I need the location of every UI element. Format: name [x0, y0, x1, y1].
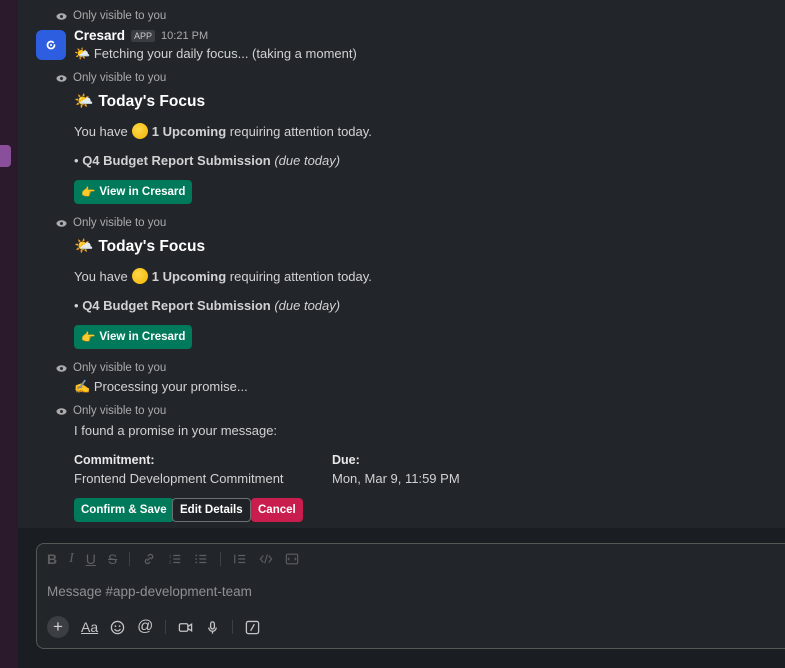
ordered-list-icon[interactable]: 12 — [168, 552, 182, 566]
focus-summary: You have 1 Upcoming requiring attention t… — [74, 123, 372, 139]
slash-command-icon[interactable] — [245, 620, 260, 635]
text-format-icon[interactable]: Aa — [81, 619, 98, 635]
view-in-cresard-button[interactable]: 👉 View in Cresard — [74, 325, 193, 349]
toolbar-divider — [165, 620, 167, 634]
eye-icon — [56, 406, 67, 417]
code-block-icon[interactable] — [285, 552, 299, 566]
sun-cloud-icon: 🌤️ — [74, 46, 91, 61]
fetching-message: 🌤️ Fetching your daily focus... (taking … — [74, 46, 357, 61]
video-icon[interactable] — [178, 620, 193, 635]
cresard-logo-icon — [46, 40, 56, 50]
emoji-icon[interactable] — [110, 620, 125, 635]
message-list: Only visible to you Cresard APP 10:21 PM… — [18, 0, 785, 528]
writing-hand-icon: ✍️ — [74, 379, 91, 394]
ephemeral-notice: Only visible to you — [56, 405, 166, 417]
left-rail — [0, 0, 18, 668]
top-divider — [18, 0, 785, 3]
ephemeral-notice: Only visible to you — [56, 362, 166, 374]
message-header: Cresard APP 10:21 PM — [74, 28, 208, 43]
focus-task-item: • Q4 Budget Report Submission (due today… — [74, 153, 341, 168]
plus-icon[interactable]: + — [47, 616, 69, 638]
toolbar-divider — [129, 552, 131, 566]
due-value: Mon, Mar 9, 11:59 PM — [332, 471, 460, 486]
focus-task-item: • Q4 Budget Report Submission (due today… — [74, 298, 341, 313]
microphone-icon[interactable] — [205, 620, 220, 635]
ephemeral-notice: Only visible to you — [56, 72, 166, 84]
focus-summary: You have 1 Upcoming requiring attention t… — [74, 268, 372, 284]
code-icon[interactable] — [259, 552, 273, 566]
ephemeral-notice: Only visible to you — [56, 217, 166, 229]
composer-actions: + Aa @ — [47, 616, 260, 638]
commitment-value: Frontend Development Commitment — [74, 471, 284, 486]
pointing-hand-icon: 👉 — [81, 187, 96, 199]
due-label: Due: — [332, 453, 360, 467]
strikethrough-icon[interactable]: S — [108, 551, 117, 567]
toolbar-divider — [220, 552, 222, 566]
italic-icon[interactable]: I — [69, 551, 74, 567]
timestamp[interactable]: 10:21 PM — [161, 30, 208, 42]
message-input[interactable]: Message #app-development-team — [47, 584, 252, 599]
app-badge: APP — [131, 29, 156, 42]
yellow-circle-icon — [131, 123, 148, 139]
focus-heading: 🌤️ Today's Focus — [74, 237, 206, 256]
processing-message: ✍️ Processing your promise... — [74, 379, 248, 394]
bullet-list-icon[interactable] — [194, 552, 208, 566]
blockquote-icon[interactable] — [233, 552, 247, 566]
channel-view: Only visible to you Cresard APP 10:21 PM… — [18, 0, 785, 668]
eye-icon — [56, 363, 67, 374]
bold-icon[interactable]: B — [47, 551, 57, 567]
eye-icon — [56, 11, 67, 22]
sun-cloud-icon: 🌤️ — [74, 93, 94, 110]
svg-text:1: 1 — [169, 553, 172, 558]
confirm-save-button[interactable]: Confirm & Save — [74, 498, 174, 522]
sender-name[interactable]: Cresard — [74, 28, 125, 43]
underline-icon[interactable]: U — [86, 551, 96, 567]
link-icon[interactable] — [142, 552, 156, 566]
mention-icon[interactable]: @ — [137, 618, 153, 636]
eye-icon — [56, 218, 67, 229]
sun-cloud-icon: 🌤️ — [74, 238, 94, 255]
ephemeral-notice: Only visible to you — [56, 10, 166, 22]
workspace-switcher-tab[interactable] — [0, 145, 11, 167]
app-avatar[interactable] — [36, 30, 66, 60]
cancel-button[interactable]: Cancel — [251, 498, 303, 522]
toolbar-divider — [232, 620, 234, 634]
view-in-cresard-button[interactable]: 👉 View in Cresard — [74, 180, 193, 204]
edit-details-button[interactable]: Edit Details — [172, 498, 251, 522]
formatting-toolbar: B I U S 12 — [47, 551, 299, 567]
pointing-hand-icon: 👉 — [81, 332, 96, 344]
promise-found-message: I found a promise in your message: — [74, 423, 278, 438]
yellow-circle-icon — [131, 268, 148, 284]
svg-text:2: 2 — [169, 559, 172, 564]
commitment-label: Commitment: — [74, 453, 155, 467]
eye-icon — [56, 73, 67, 84]
focus-heading: 🌤️ Today's Focus — [74, 92, 206, 111]
message-composer: B I U S 12 Message #app-development-team… — [36, 543, 785, 649]
